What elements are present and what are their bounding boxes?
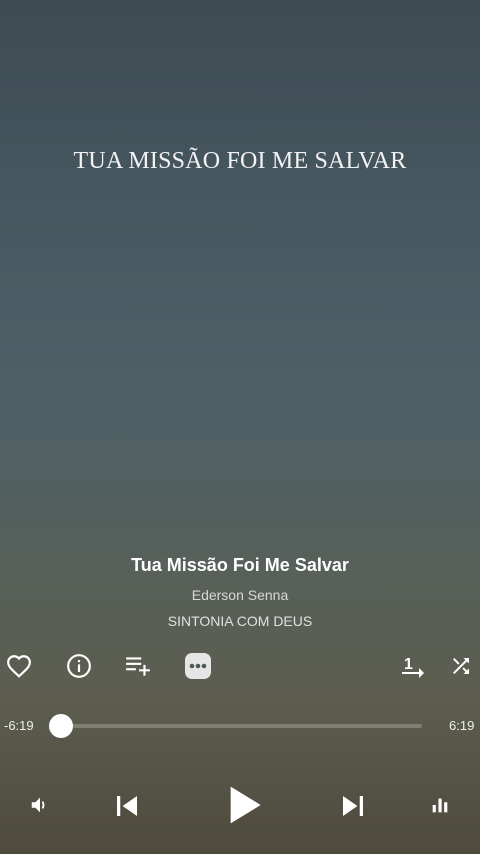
- play-icon[interactable]: [220, 781, 268, 829]
- remaining-time: -6:19: [4, 718, 34, 733]
- playlist-add-icon[interactable]: [122, 651, 154, 681]
- total-duration: 6:19: [449, 718, 475, 733]
- skip-previous-icon[interactable]: [108, 787, 146, 825]
- heart-icon[interactable]: [4, 651, 34, 681]
- repeat-one-icon[interactable]: 1: [398, 651, 428, 681]
- lyric-line: TUA MISSÃO FOI ME SALVAR: [73, 148, 407, 174]
- seek-thumb[interactable]: [49, 714, 73, 738]
- more-horizontal-icon[interactable]: [183, 651, 213, 681]
- info-icon[interactable]: [64, 651, 94, 681]
- skip-next-icon[interactable]: [334, 787, 372, 825]
- shuffle-icon[interactable]: [446, 651, 476, 681]
- track-artist[interactable]: Ederson Senna: [0, 587, 480, 603]
- svg-text:1: 1: [404, 656, 413, 673]
- volume-icon[interactable]: [26, 791, 54, 819]
- equalizer-icon[interactable]: [426, 791, 454, 819]
- track-title: Tua Missão Foi Me Salvar: [131, 555, 349, 575]
- seek-bar[interactable]: [49, 714, 422, 738]
- track-album[interactable]: SINTONIA COM DEUS: [0, 613, 480, 629]
